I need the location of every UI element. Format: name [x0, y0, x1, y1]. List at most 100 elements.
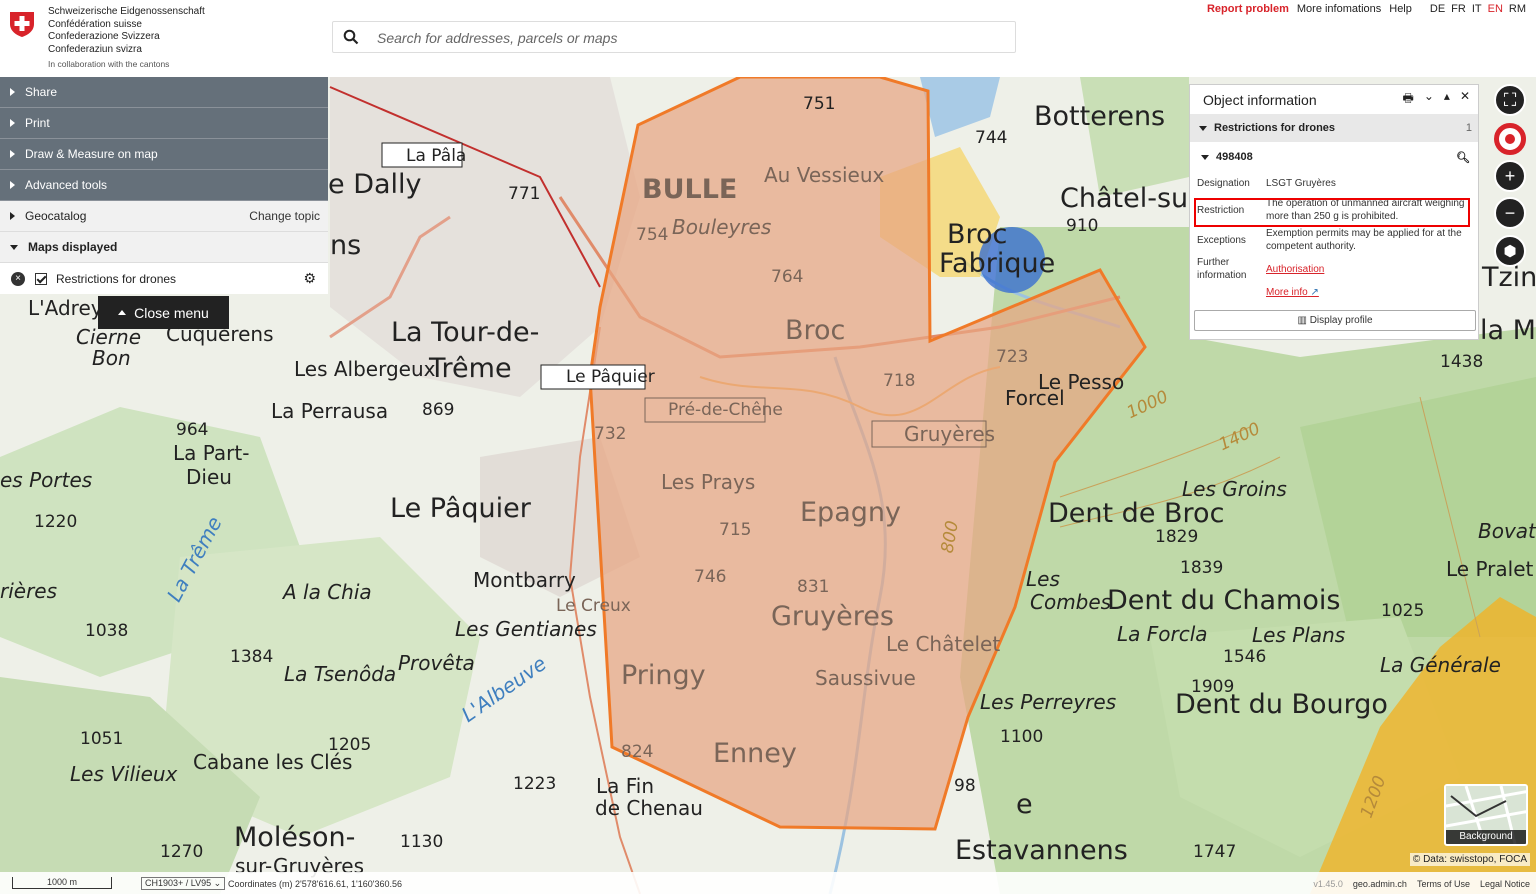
lang-rm[interactable]: RM	[1509, 3, 1526, 15]
lang-en[interactable]: EN	[1488, 3, 1503, 15]
map-label-les-vilieux: Les Vilieux	[70, 762, 178, 786]
elevation-label: 744	[975, 128, 1008, 148]
3d-button[interactable]: ⬢	[1494, 235, 1526, 267]
caret-right-icon	[10, 150, 15, 158]
legal-link[interactable]: Legal Notice	[1480, 879, 1530, 889]
elevation-label: 751	[803, 94, 836, 114]
display-profile-button[interactable]: ▥ Display profile	[1194, 310, 1476, 331]
map-label-broc: Broc	[785, 315, 846, 346]
more-info-link[interactable]: More infomations	[1297, 3, 1381, 15]
background-selector-button[interactable]: Background	[1444, 784, 1528, 846]
elevation-label: 1038	[85, 621, 129, 641]
attr-value: Exemption permits may be applied for at …	[1266, 228, 1462, 252]
map-label-les-plans: Les Plans	[1252, 623, 1346, 647]
feature-header[interactable]: 498408 🔍︎	[1190, 142, 1478, 172]
more-info-link[interactable]: More info ↗	[1266, 287, 1466, 298]
remove-layer-icon[interactable]: ×	[11, 271, 25, 286]
caret-right-icon	[10, 119, 15, 127]
print-icon[interactable]: 🖶	[1403, 89, 1414, 110]
authorisation-link[interactable]: Authorisation	[1266, 264, 1466, 275]
map-label-le-creux: Le Creux	[556, 596, 631, 616]
elevation-label: 1220	[34, 512, 78, 532]
map-label-saussivue: Saussivue	[815, 666, 916, 690]
menu-print[interactable]: Print	[0, 108, 328, 139]
background-label: Background	[1446, 830, 1526, 844]
map-label-la-chia: A la Chia	[283, 580, 372, 604]
app-header: Schweizerische Eidgenossenschaft Confédé…	[0, 0, 1536, 77]
swiss-cross-logo[interactable]	[8, 10, 36, 38]
chart-icon: ▥	[1297, 315, 1307, 326]
search-bar[interactable]	[332, 21, 1016, 53]
elevation-label: 754	[636, 225, 669, 245]
lang-de[interactable]: DE	[1430, 3, 1445, 15]
map-label-ns: ns	[330, 230, 362, 261]
fullscreen-button[interactable]: ⛶	[1494, 84, 1526, 116]
map-label-estavannens: Estavannens	[955, 835, 1128, 866]
elevation-label: 723	[996, 347, 1029, 367]
panel-tools: 🖶 ⌄ ▴ ✕	[1403, 89, 1470, 110]
collapse-all-icon[interactable]: ⌄	[1424, 89, 1434, 110]
restriction-highlight-box	[1194, 198, 1470, 227]
terms-link[interactable]: Terms of Use	[1417, 879, 1470, 889]
search-input[interactable]	[377, 26, 997, 50]
map-label-gruyeres-sign: Gruyères	[904, 422, 996, 446]
geolocation-button[interactable]	[1494, 123, 1526, 155]
elevation-label: 1100	[1000, 727, 1044, 747]
confederation-text: Schweizerische Eidgenossenschaft Confédé…	[48, 6, 205, 71]
display-profile-label: Display profile	[1309, 315, 1373, 326]
elevation-label: 1025	[1381, 601, 1425, 621]
map-label-les-perreyres: Les Perreyres	[980, 690, 1117, 714]
map-label-de-chenau: de Chenau	[595, 796, 703, 820]
help-link[interactable]: Help	[1389, 3, 1412, 15]
zoom-out-button[interactable]: −	[1494, 197, 1526, 229]
menu-item-label: Share	[25, 85, 58, 99]
map-label-le-pralet: Le Pralet	[1446, 557, 1534, 581]
map-label-le-paquier: Le Pâquier	[390, 493, 531, 524]
lang-fr[interactable]: FR	[1451, 3, 1466, 15]
menu-advanced-tools[interactable]: Advanced tools	[0, 170, 328, 201]
menu-geocatalog[interactable]: Geocatalog Change topic	[0, 201, 328, 232]
map-label-la-perrausa: La Perrausa	[271, 399, 389, 423]
elevation-label: 771	[508, 184, 541, 204]
map-label-botterens: Botterens	[1034, 101, 1166, 132]
elevation-label: 1223	[513, 774, 557, 794]
section-header[interactable]: Restrictions for drones 1	[1190, 114, 1478, 142]
gear-icon[interactable]: ⚙	[303, 270, 316, 287]
zoom-to-feature-icon[interactable]: 🔍︎	[1456, 151, 1470, 164]
map-label-ladrey: L'Adrey	[28, 296, 103, 320]
menu-item-label: Maps displayed	[28, 240, 118, 254]
caret-right-icon	[10, 88, 15, 96]
feature-id: 498408	[1216, 151, 1253, 163]
close-icon[interactable]: ✕	[1460, 89, 1470, 110]
elevation-label: 715	[719, 520, 752, 540]
site-link[interactable]: geo.admin.ch	[1353, 879, 1407, 889]
elevation-label: 746	[694, 567, 727, 587]
minimize-icon[interactable]: ▴	[1444, 89, 1450, 110]
map-label-rieres: rières	[0, 579, 58, 603]
attr-value: LSGT Gruyères	[1266, 178, 1336, 189]
menu-share[interactable]: Share	[0, 77, 328, 108]
projection-select[interactable]: CH1903+ / LV95 ⌄	[141, 877, 226, 890]
zoom-in-button[interactable]: +	[1494, 160, 1526, 192]
confed-line: Schweizerische Eidgenossenschaft	[48, 6, 205, 17]
menu-draw-measure[interactable]: Draw & Measure on map	[0, 139, 328, 170]
search-icon[interactable]	[343, 29, 359, 45]
report-problem-link[interactable]: Report problem	[1207, 3, 1289, 15]
map-label-la-tsenoda: La Tsenôda	[284, 662, 397, 686]
change-topic-link[interactable]: Change topic	[249, 209, 320, 223]
lang-it[interactable]: IT	[1472, 3, 1482, 15]
version-label: v1.45.0	[1313, 879, 1343, 889]
close-menu-button[interactable]: Close menu	[98, 296, 229, 329]
map-label-le-dally: e Dally	[328, 169, 422, 200]
map-label-montbarry: Montbarry	[473, 568, 576, 592]
map-label-gruyeres: Gruyères	[771, 601, 894, 632]
map-label-bouleyres: Bouleyres	[672, 215, 772, 239]
map-label-treme: Trême	[429, 353, 512, 384]
map-label-la-m: la M	[1480, 315, 1536, 346]
layer-visibility-checkbox[interactable]	[35, 272, 47, 285]
map-attribution[interactable]: © Data: swisstopo, FOCA	[1409, 853, 1530, 866]
chevron-down-icon: ⌄	[213, 878, 222, 888]
plus-icon: +	[1504, 165, 1516, 186]
scale-bar: 1000 m	[12, 877, 112, 889]
menu-maps-displayed[interactable]: Maps displayed	[0, 232, 328, 263]
